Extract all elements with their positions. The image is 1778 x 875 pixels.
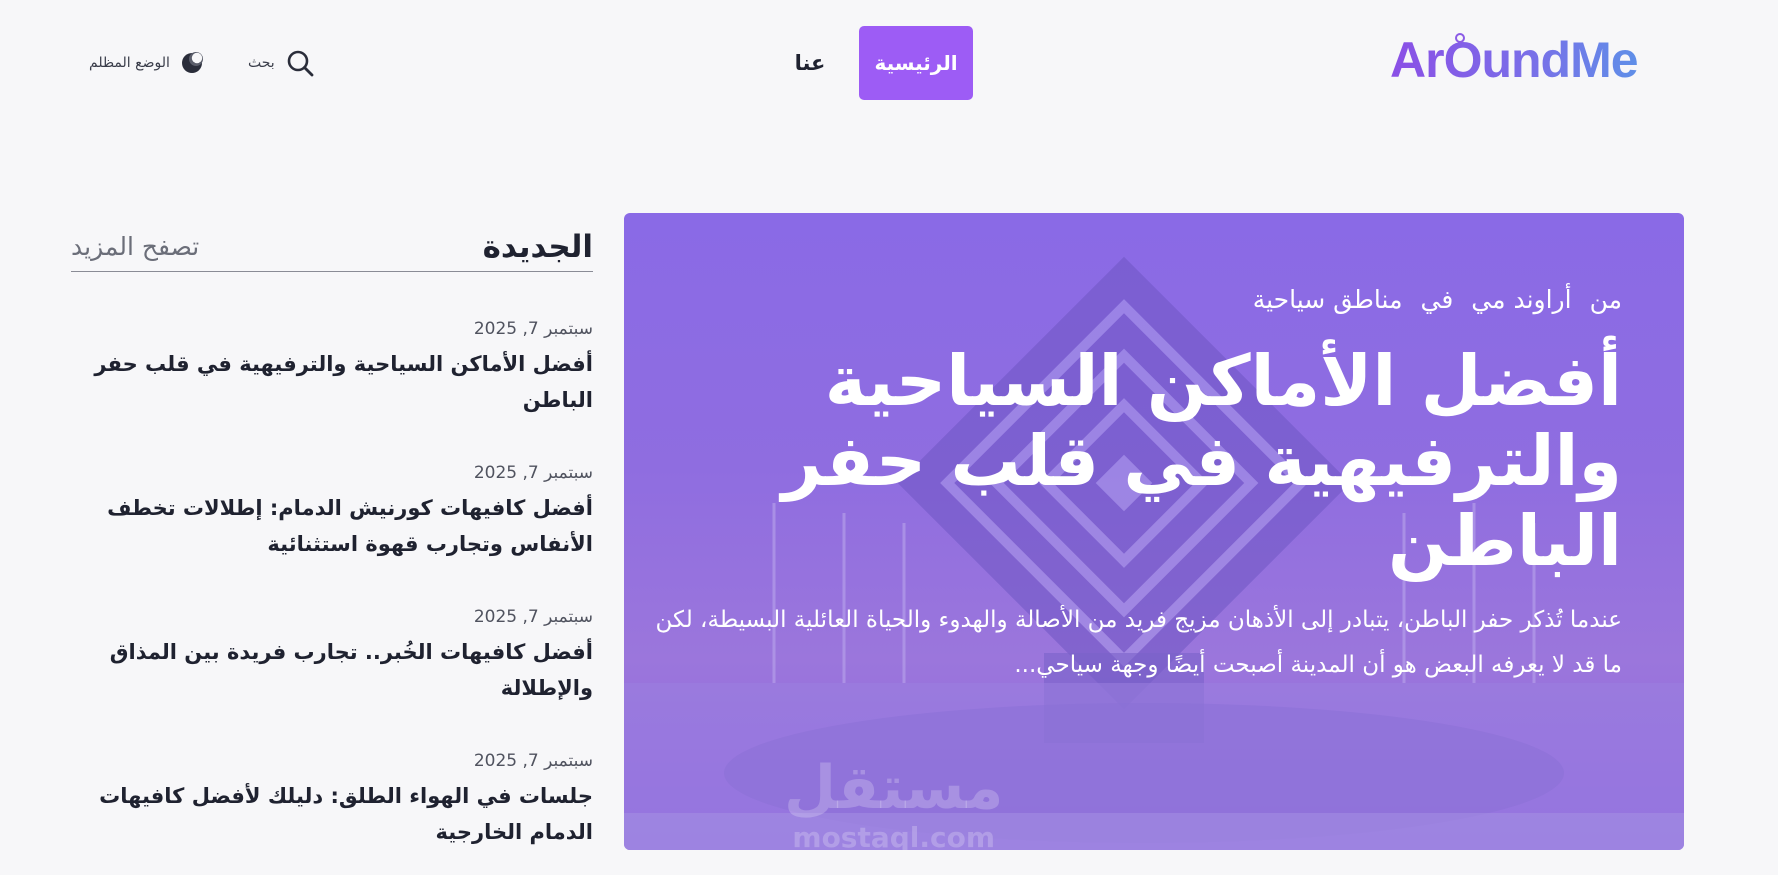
post-title[interactable]: أفضل كافيهات الخُبر.. تجارب فريدة بين ال…	[71, 634, 593, 706]
category-link[interactable]: مناطق سياحية	[1253, 285, 1403, 314]
hero-meta: من أراوند مي في مناطق سياحية	[1253, 285, 1622, 314]
post-item[interactable]: سبتمبر 7, 2025 أفضل كافيهات كورنيش الدما…	[71, 460, 593, 584]
post-item[interactable]: سبتمبر 7, 2025 أفضل الأماكن السياحية وال…	[71, 316, 593, 440]
author-link[interactable]: أراوند مي	[1471, 285, 1571, 314]
watermark-latin: mostaql.com	[792, 821, 996, 851]
post-item[interactable]: سبتمبر 7, 2025 جلسات في الهواء الطلق: دل…	[71, 748, 593, 872]
sidebar-header: الجديدة تصفح المزيد	[71, 222, 593, 272]
dark-mode-label: الوضع المظلم	[89, 55, 170, 71]
post-date: سبتمبر 7, 2025	[473, 751, 593, 771]
hero-title[interactable]: أفضل الأماكن السياحية والترفيهية في قلب …	[762, 341, 1622, 581]
moon-icon	[180, 51, 204, 75]
hero-excerpt: عندما تُذكر حفر الباطن، يتبادر إلى الأذه…	[655, 607, 1622, 678]
search-button[interactable]: بحث	[248, 46, 315, 80]
meta-in: في	[1420, 285, 1454, 314]
dark-mode-toggle[interactable]: الوضع المظلم	[89, 46, 204, 80]
watermark-arabic: مستقل	[784, 753, 1004, 823]
featured-article-hero[interactable]: من أراوند مي في مناطق سياحية أفضل الأماك…	[624, 213, 1684, 850]
browse-more-link[interactable]: تصفح المزيد	[71, 232, 199, 261]
post-title[interactable]: أفضل كافيهات كورنيش الدمام: إطلالات تخطف…	[71, 490, 593, 562]
post-date: سبتمبر 7, 2025	[473, 319, 593, 339]
post-title[interactable]: جلسات في الهواء الطلق: دليلك لأفضل كافيه…	[71, 778, 593, 850]
meta-from: من	[1589, 285, 1622, 314]
search-icon	[285, 48, 315, 78]
post-date: سبتمبر 7, 2025	[473, 607, 593, 627]
site-logo[interactable]: ArOundMe	[1390, 30, 1639, 90]
site-header: ArOundMe الرئيسية عنا بحث الوضع المظلم	[0, 0, 1778, 125]
post-date: سبتمبر 7, 2025	[473, 463, 593, 483]
post-title[interactable]: أفضل الأماكن السياحية والترفيهية في قلب …	[71, 346, 593, 418]
watermark: مستقل mostaql.com	[784, 753, 1003, 850]
nav-about-link[interactable]: عنا	[790, 26, 830, 100]
sidebar-title: الجديدة	[482, 228, 593, 265]
location-pin-icon	[1455, 33, 1465, 43]
nav-home-link[interactable]: الرئيسية	[859, 26, 973, 100]
search-label: بحث	[248, 55, 275, 71]
post-item[interactable]: سبتمبر 7, 2025 أفضل كافيهات الخُبر.. تجا…	[71, 604, 593, 728]
latest-posts-sidebar: الجديدة تصفح المزيد سبتمبر 7, 2025 أفضل …	[71, 222, 593, 872]
